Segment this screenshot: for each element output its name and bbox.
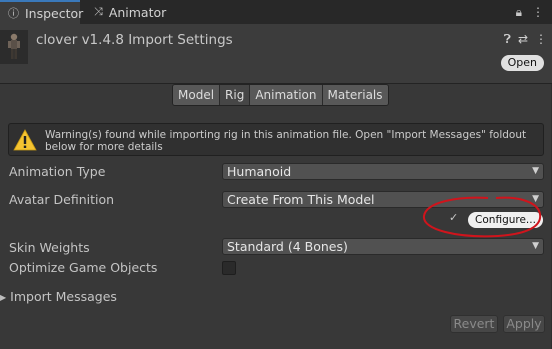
tab-rig[interactable]: Rig <box>220 85 251 105</box>
optimize-game-objects-label: Optimize Game Objects <box>9 260 158 275</box>
help-icon[interactable]: ❓︎ <box>504 32 511 47</box>
revert-button[interactable]: Revert <box>450 315 498 333</box>
skin-weights-value: Standard (4 Bones) <box>227 239 348 254</box>
header-icons: ❓︎ ⇄ ⋮ <box>504 32 547 47</box>
tab-inspector[interactable]: ⓘ Inspector <box>0 0 84 24</box>
apply-button[interactable]: Apply <box>503 315 545 333</box>
avatar-definition-dropdown[interactable]: Create From This Model ▼ <box>222 191 544 208</box>
tab-animation[interactable]: Animation <box>250 85 323 105</box>
warning-box: Warning(s) found while importing rig in … <box>8 123 544 156</box>
chevron-down-icon: ▼ <box>532 166 539 176</box>
import-messages-label: Import Messages <box>10 289 117 304</box>
animator-icon: ⤨ <box>94 5 103 18</box>
animation-type-label: Animation Type <box>9 164 106 179</box>
character-preview-icon <box>8 33 20 59</box>
avatar-definition-label: Avatar Definition <box>9 192 115 207</box>
model-thumbnail <box>0 30 28 64</box>
tab-model[interactable]: Model <box>173 85 221 105</box>
preset-icon[interactable]: ⇄ <box>518 32 528 47</box>
info-icon: ⓘ <box>8 7 19 20</box>
more-icon[interactable]: ⋮ <box>535 32 547 47</box>
tab-inspector-label: Inspector <box>25 5 84 21</box>
skin-weights-label: Skin Weights <box>9 240 90 255</box>
chevron-down-icon: ▼ <box>532 194 539 204</box>
import-settings-tabs: Model Rig Animation Materials <box>172 84 389 106</box>
animation-type-dropdown[interactable]: Humanoid ▼ <box>222 163 544 180</box>
tabbar-icons: 🔒︎ ⋮ <box>516 5 544 20</box>
avatar-definition-value: Create From This Model <box>227 192 375 207</box>
lock-icon[interactable]: 🔒︎ <box>516 5 522 20</box>
page-title: clover v1.4.8 Import Settings <box>36 32 233 48</box>
skin-weights-dropdown[interactable]: Standard (4 Bones) ▼ <box>222 238 544 255</box>
inspector-header: clover v1.4.8 Import Settings ❓︎ ⇄ ⋮ Ope… <box>0 24 552 84</box>
kebab-menu-icon[interactable]: ⋮ <box>532 5 544 20</box>
tab-animator[interactable]: ⤨ Animator <box>86 0 174 24</box>
open-button[interactable]: Open <box>500 55 544 71</box>
animation-type-value: Humanoid <box>227 164 292 179</box>
configure-button[interactable]: Configure... <box>468 212 543 228</box>
warning-text: Warning(s) found while importing rig in … <box>45 129 527 153</box>
chevron-down-icon: ▼ <box>532 241 539 251</box>
checkmark-icon: ✓ <box>449 211 459 224</box>
warning-icon <box>13 129 37 151</box>
window-tab-bar: ⓘ Inspector ⤨ Animator 🔒︎ ⋮ <box>0 0 552 24</box>
tab-materials[interactable]: Materials <box>322 85 388 105</box>
import-messages-foldout[interactable]: ▶ Import Messages <box>0 289 117 304</box>
foldout-arrow-icon: ▶ <box>0 293 7 302</box>
optimize-game-objects-checkbox[interactable] <box>222 261 236 275</box>
tab-animator-label: Animator <box>108 4 167 20</box>
